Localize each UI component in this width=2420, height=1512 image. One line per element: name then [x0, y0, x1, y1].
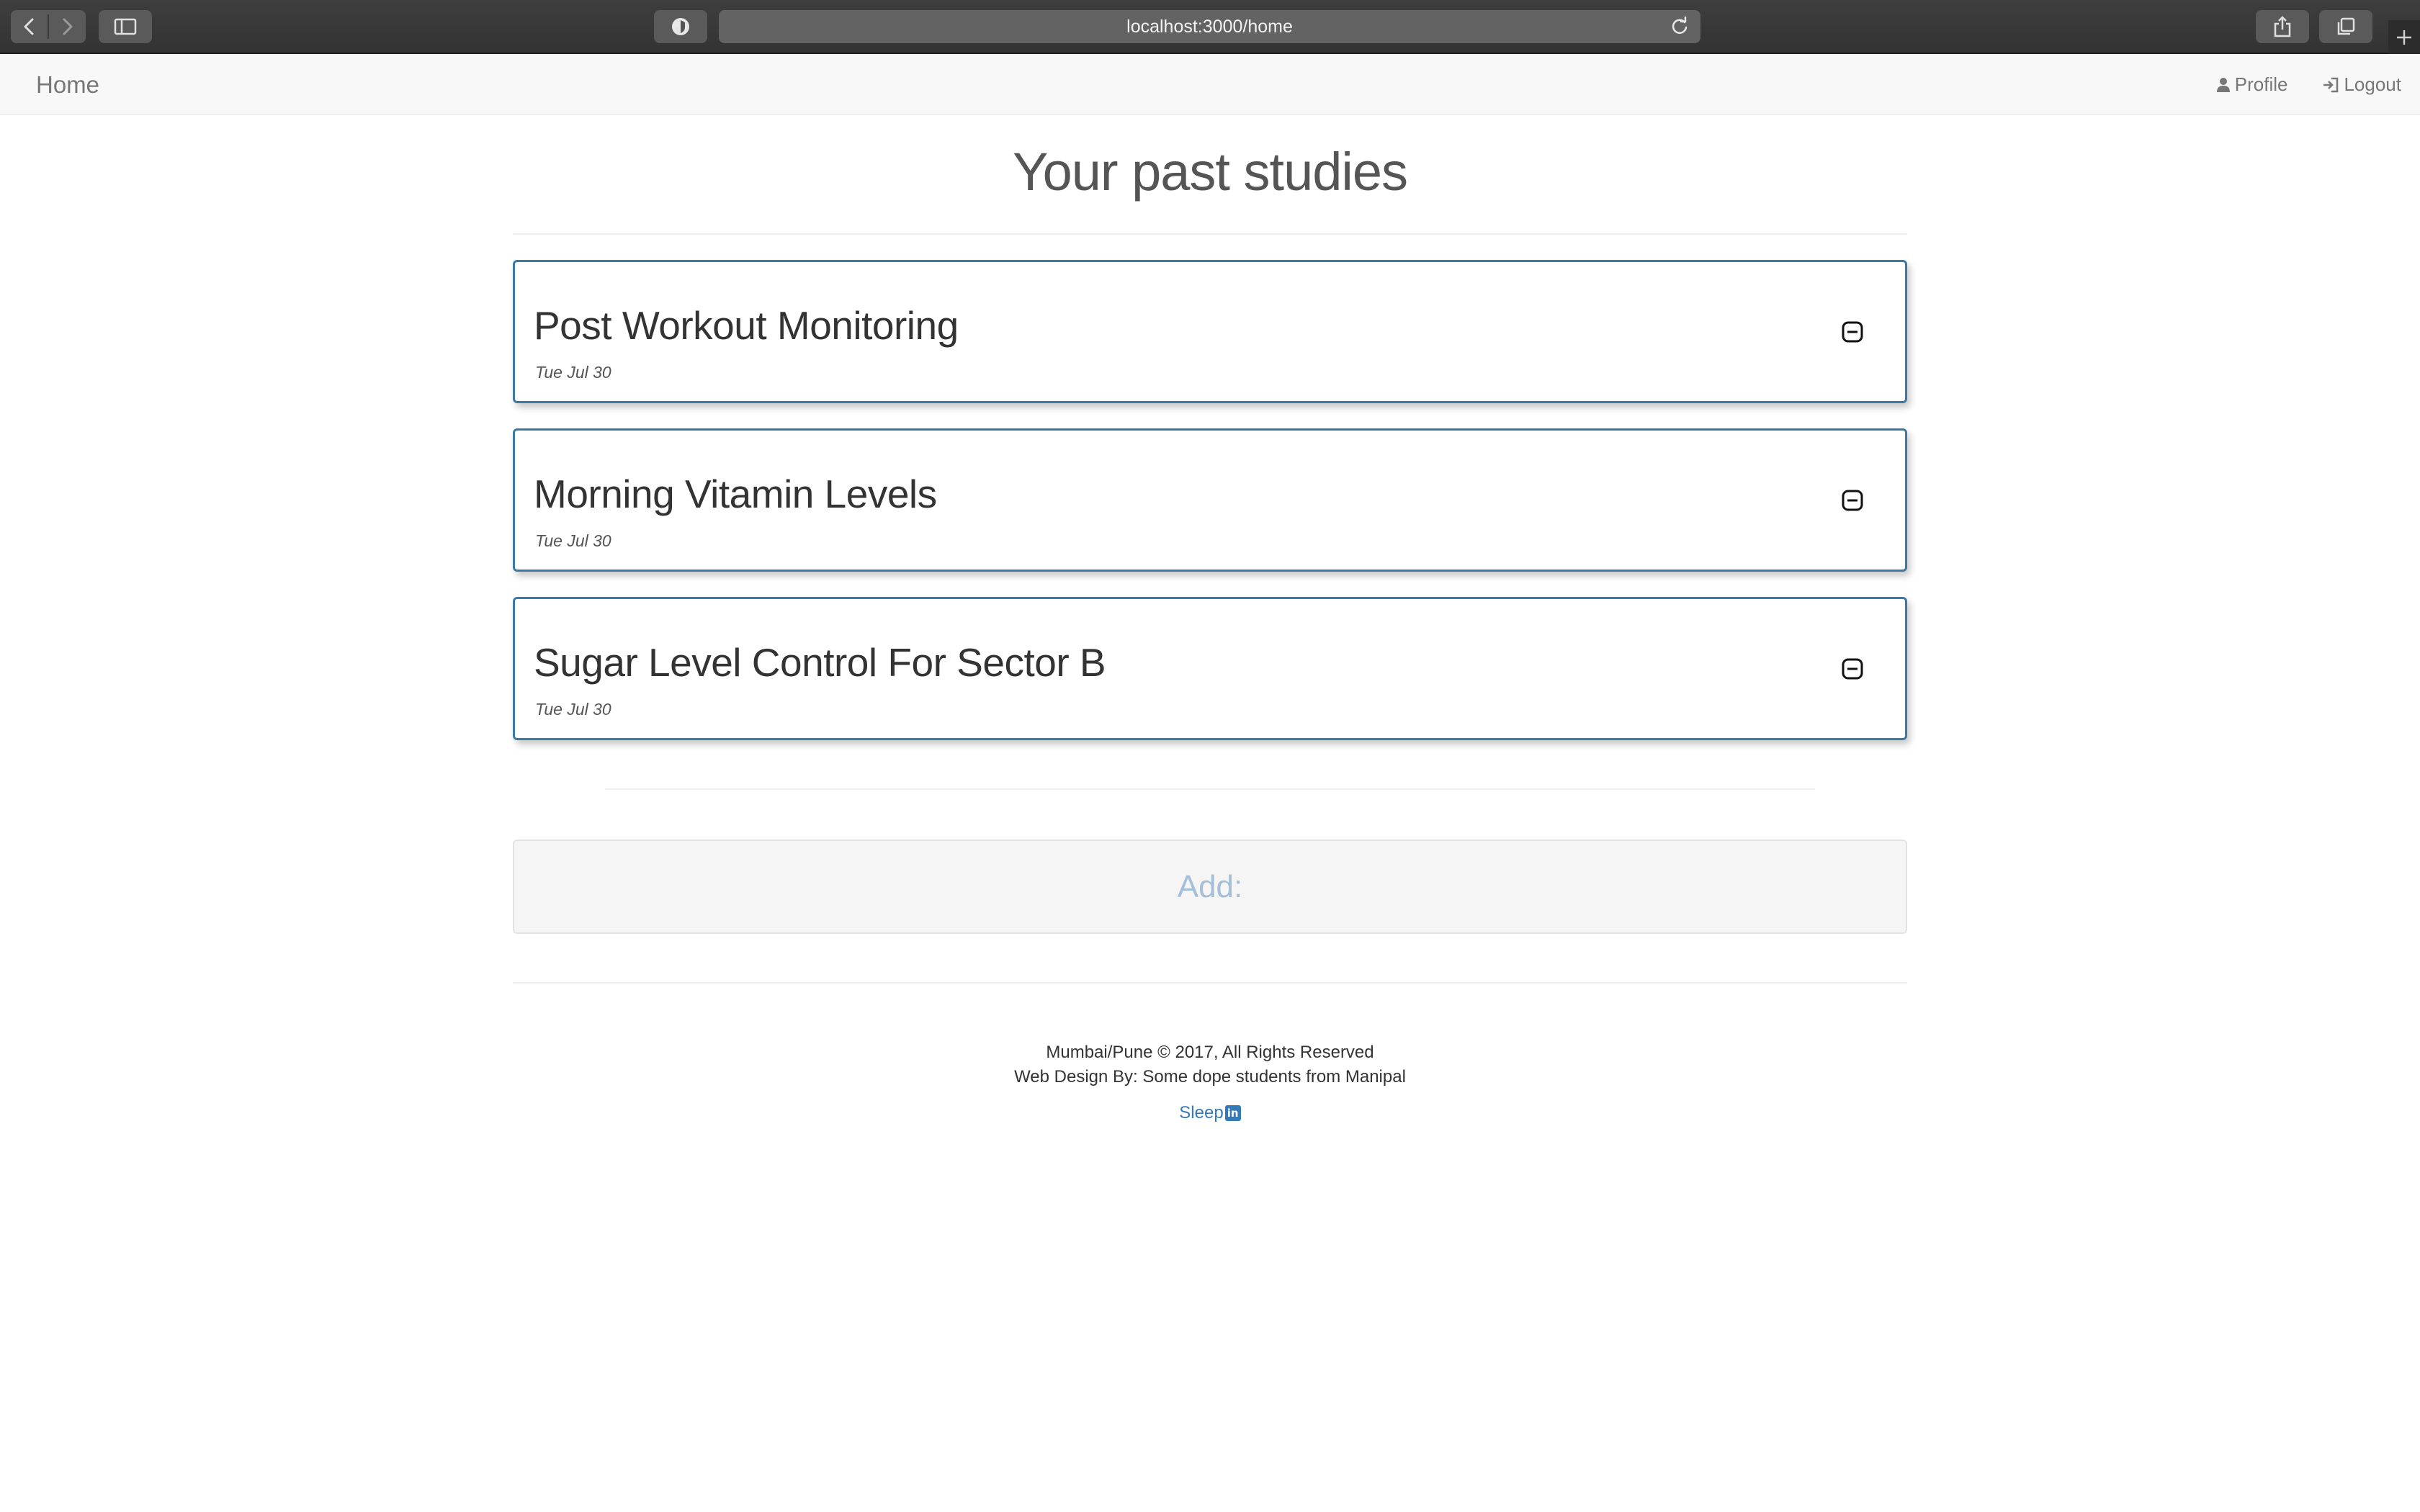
study-date: Tue Jul 30: [535, 700, 611, 719]
add-label: Add:: [1177, 868, 1243, 904]
navbar: Home Profile Logout: [0, 55, 2420, 115]
forward-button[interactable]: [48, 10, 86, 43]
share-button[interactable]: [2256, 10, 2309, 43]
sidebar-toggle-button[interactable]: [99, 10, 152, 43]
footer-credit: Web Design By: Some dope students from M…: [1014, 1067, 1406, 1086]
logout-label: Logout: [2344, 73, 2401, 95]
chevron-left-icon: [24, 18, 34, 35]
study-card[interactable]: Sugar Level Control For Sector B Tue Jul…: [513, 597, 1907, 740]
new-tab-button[interactable]: [2388, 20, 2420, 54]
minus-sign-icon: [1842, 321, 1863, 343]
share-icon: [2274, 16, 2291, 37]
remove-study-button[interactable]: [1840, 657, 1865, 681]
linkedin-icon: in: [1224, 1105, 1241, 1121]
address-bar[interactable]: localhost:3000/home: [719, 10, 1700, 43]
sidebar-icon: [114, 18, 137, 35]
section-divider: [605, 788, 1815, 790]
plus-icon: [2397, 30, 2411, 45]
back-button[interactable]: [11, 10, 48, 43]
study-card[interactable]: Post Workout Monitoring Tue Jul 30: [513, 260, 1907, 403]
study-name: Morning Vitamin Levels: [534, 472, 937, 516]
user-icon: [2216, 77, 2230, 92]
sleep-linkedin-link[interactable]: Sleep in: [1179, 1101, 1241, 1125]
minus-sign-icon: [1842, 658, 1863, 680]
page-title: Your past studies: [1013, 142, 1408, 202]
footer-copyright: Mumbai/Pune © 2017, All Rights Reserved: [1046, 1043, 1374, 1062]
url-text: localhost:3000/home: [1126, 16, 1293, 37]
remove-study-button[interactable]: [1840, 320, 1865, 344]
study-list: Post Workout Monitoring Tue Jul 30 Morni…: [513, 260, 1907, 765]
minus-sign-icon: [1842, 490, 1863, 511]
study-date: Tue Jul 30: [535, 531, 611, 550]
home-link[interactable]: Home: [36, 71, 99, 99]
title-divider: [513, 233, 1907, 235]
browser-toolbar: localhost:3000/home: [0, 0, 2420, 54]
logout-link[interactable]: Logout: [2322, 73, 2401, 96]
study-name: Post Workout Monitoring: [534, 303, 959, 348]
add-study-button[interactable]: Add:: [513, 840, 1907, 934]
navbar-right: Profile Logout: [2216, 73, 2401, 96]
footer-link-label: Sleep: [1179, 1103, 1224, 1122]
chevron-right-icon: [63, 18, 73, 35]
remove-study-button[interactable]: [1840, 488, 1865, 513]
back-forward-group: [11, 10, 86, 43]
study-card[interactable]: Morning Vitamin Levels Tue Jul 30: [513, 428, 1907, 572]
footer-divider: [513, 982, 1907, 984]
profile-label: Profile: [2234, 73, 2288, 95]
footer: Mumbai/Pune © 2017, All Rights Reserved …: [0, 1040, 2420, 1125]
study-date: Tue Jul 30: [535, 363, 611, 382]
log-in-icon: [2323, 77, 2339, 92]
shield-icon: [672, 18, 689, 35]
show-tabs-button[interactable]: [2319, 10, 2372, 43]
reload-icon[interactable]: [1669, 16, 1690, 37]
study-name: Sugar Level Control For Sector B: [534, 640, 1106, 685]
profile-link[interactable]: Profile: [2216, 73, 2288, 96]
tabs-icon: [2337, 17, 2355, 35]
privacy-button[interactable]: [654, 10, 707, 43]
